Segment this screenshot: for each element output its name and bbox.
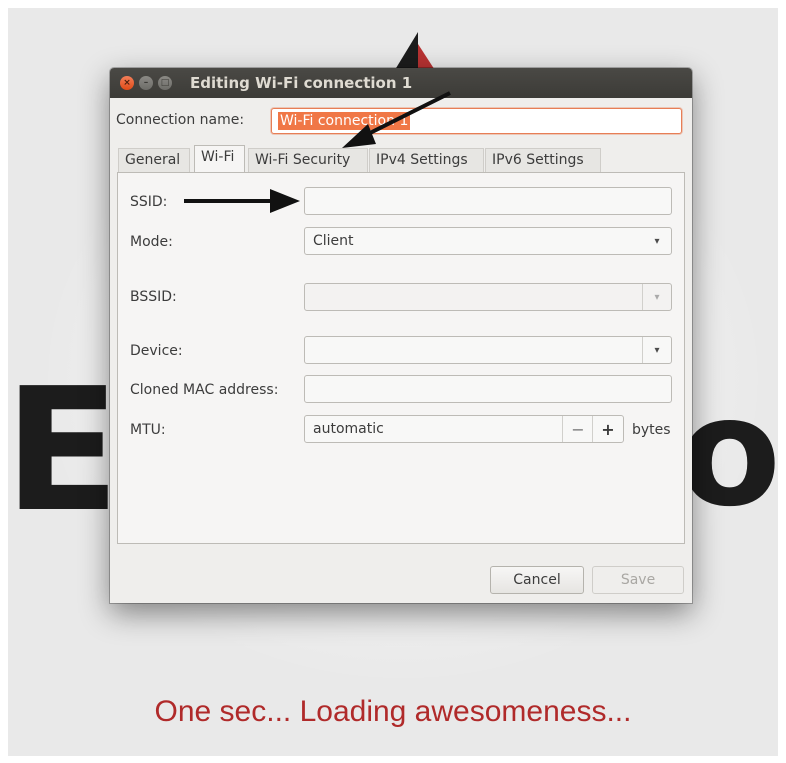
- tab-general[interactable]: General: [118, 148, 190, 172]
- maximize-icon[interactable]: □: [158, 76, 172, 90]
- arrow-icon: [342, 91, 451, 148]
- tab-wifi[interactable]: Wi-Fi: [194, 145, 245, 173]
- loading-text: One sec... Loading awesomeness...: [154, 695, 632, 728]
- decrement-icon[interactable]: −: [562, 416, 593, 442]
- chevron-down-icon[interactable]: ▾: [642, 337, 671, 363]
- background-letter-left: E: [4, 352, 121, 550]
- bssid-combo[interactable]: ▾: [304, 283, 672, 311]
- chevron-down-icon: ▾: [654, 235, 660, 247]
- bssid-label: BSSID:: [130, 289, 177, 305]
- device-label: Device:: [130, 343, 183, 359]
- background-letter-right: o: [678, 366, 782, 540]
- save-button[interactable]: Save: [592, 566, 684, 594]
- mtu-value: automatic: [313, 421, 384, 437]
- minimize-icon[interactable]: –: [139, 76, 153, 90]
- connection-name-label: Connection name:: [116, 112, 245, 128]
- ssid-label: SSID:: [130, 194, 168, 210]
- cloned-mac-input[interactable]: [304, 375, 672, 403]
- close-icon[interactable]: ×: [120, 76, 134, 90]
- wifi-settings-panel: SSID: Mode: Client ▾ BSSID: ▾ Device: ▾ …: [117, 172, 685, 544]
- mode-select[interactable]: Client ▾: [304, 227, 672, 255]
- cancel-button[interactable]: Cancel: [490, 566, 584, 594]
- increment-icon[interactable]: +: [592, 416, 623, 442]
- cloned-mac-label: Cloned MAC address:: [130, 382, 279, 398]
- arrow-icon: [184, 189, 300, 213]
- mtu-spinner[interactable]: automatic − +: [304, 415, 624, 443]
- mtu-unit: bytes: [632, 422, 671, 438]
- device-combo[interactable]: ▾: [304, 336, 672, 364]
- tab-ipv6-settings[interactable]: IPv6 Settings: [485, 148, 601, 172]
- mode-value: Client: [313, 233, 354, 249]
- ssid-input[interactable]: [304, 187, 672, 215]
- chevron-down-icon[interactable]: ▾: [642, 284, 671, 310]
- mode-label: Mode:: [130, 234, 173, 250]
- mtu-label: MTU:: [130, 422, 166, 438]
